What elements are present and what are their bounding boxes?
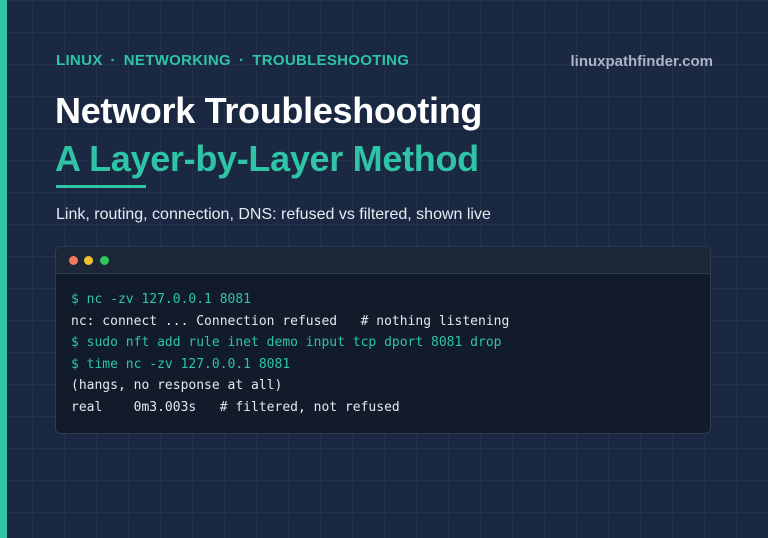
page-title: Network Troubleshooting [55,90,483,131]
terminal-title-bar [56,247,710,274]
tag-troubleshooting: TROUBLESHOOTING [252,52,410,69]
terminal-output: $ nc -zv 127.0.0.1 8081 nc: connect ... … [56,274,710,418]
site-name: linuxpathfinder.com [570,53,713,70]
close-window-icon [69,256,78,265]
tag-linux: LINUX [56,52,103,69]
title-underline [56,185,146,188]
tag-separator: · [110,52,116,69]
page-title-secondary: A Layer-by-Layer Method [55,138,479,179]
page-subtitle: Link, routing, connection, DNS: refused … [56,206,491,223]
terminal-line: $ nc -zv 127.0.0.1 8081 [71,292,252,307]
terminal-line: $ sudo nft add rule inet demo input tcp … [71,335,502,350]
accent-bar [0,0,7,538]
topic-tags: LINUX · NETWORKING · TROUBLESHOOTING [56,52,409,69]
terminal-line: $ time nc -zv 127.0.0.1 8081 [71,356,291,372]
terminal-line: real 0m3.003s # filtered, not refused [71,399,400,415]
maximize-window-icon [100,256,109,265]
tag-separator: · [238,52,245,69]
tag-networking: NETWORKING [123,52,231,69]
terminal-window: $ nc -zv 127.0.0.1 8081 nc: connect ... … [55,246,711,434]
terminal-line: (hangs, no response at all) [71,378,283,393]
terminal-line: nc: connect ... Connection refused # not… [71,313,510,329]
minimize-window-icon [84,256,93,265]
